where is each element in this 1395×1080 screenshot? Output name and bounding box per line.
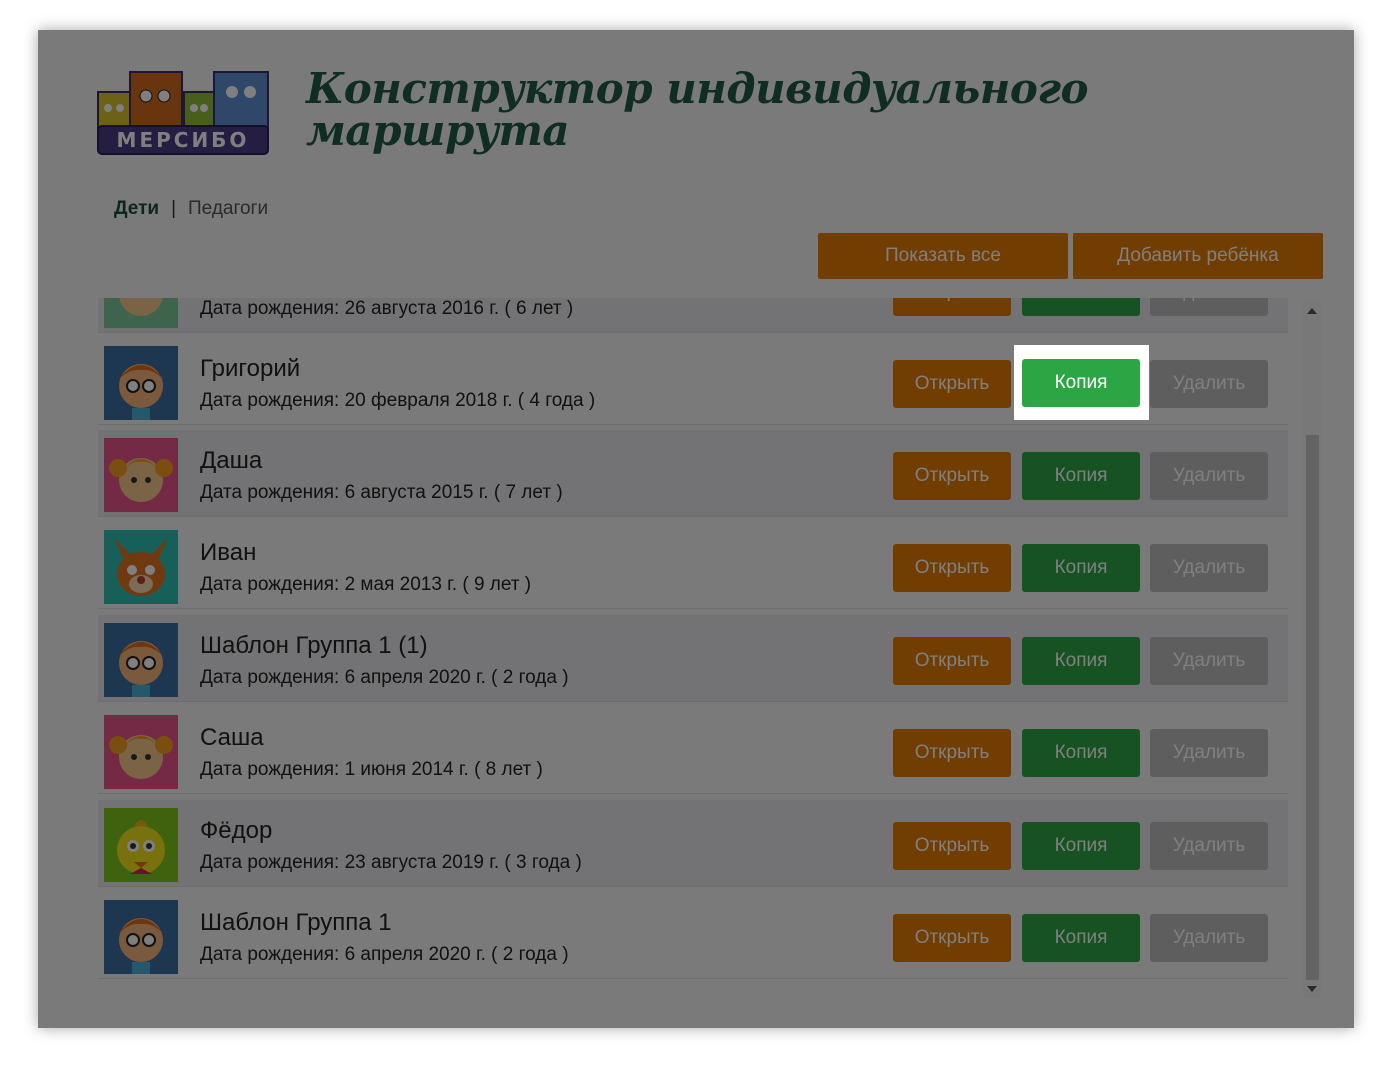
- delete-button[interactable]: Удалить: [1150, 822, 1268, 870]
- highlighted-copy-button[interactable]: Копия: [1022, 359, 1140, 407]
- nav-tabs: Дети | Педагоги: [114, 198, 268, 220]
- header: МЕРСИБО Конструктор индивидуального марш…: [38, 30, 1354, 200]
- child-row: Дата рождения: 26 августа 2016 г. ( 6 ле…: [98, 298, 1288, 333]
- copy-button[interactable]: Копия: [1022, 452, 1140, 500]
- open-button[interactable]: Открыть: [893, 360, 1011, 408]
- child-name: Григорий: [200, 355, 301, 382]
- child-dob: Дата рождения: 6 августа 2015 г. ( 7 лет…: [200, 482, 563, 503]
- scroll-up-icon[interactable]: [1307, 308, 1317, 314]
- child-row: Иван Дата рождения: 2 мая 2013 г. ( 9 ле…: [98, 522, 1288, 609]
- child-dob: Дата рождения: 20 февраля 2018 г. ( 4 го…: [200, 390, 596, 411]
- show-all-button[interactable]: Показать все: [818, 233, 1068, 279]
- nav-separator: |: [171, 198, 177, 219]
- delete-button[interactable]: Удалить: [1150, 729, 1268, 777]
- child-dob: Дата рождения: 6 апреля 2020 г. ( 2 года…: [200, 944, 569, 965]
- avatar-boy-glasses-icon: [104, 346, 178, 420]
- tab-teachers[interactable]: Педагоги: [188, 198, 268, 219]
- child-name: Шаблон Группа 1: [200, 909, 392, 936]
- copy-button[interactable]: Копия: [1022, 729, 1140, 777]
- open-button[interactable]: Открыть: [893, 637, 1011, 685]
- avatar-boy-glasses-icon: [104, 623, 178, 697]
- child-dob: Дата рождения: 26 августа 2016 г. ( 6 ле…: [200, 298, 574, 319]
- delete-button[interactable]: Удалить: [1150, 914, 1268, 962]
- tab-children[interactable]: Дети: [114, 198, 159, 219]
- open-button[interactable]: Открыть: [893, 822, 1011, 870]
- avatar-yellow-bird-icon: [104, 808, 178, 882]
- child-row: Шаблон Группа 1 Дата рождения: 6 апреля …: [98, 892, 1288, 979]
- copy-button[interactable]: Копия: [1022, 298, 1140, 316]
- svg-text:МЕРСИБО: МЕРСИБО: [117, 128, 250, 152]
- child-row: Даша Дата рождения: 6 августа 2015 г. ( …: [98, 430, 1288, 517]
- delete-button[interactable]: Удалить: [1150, 298, 1268, 316]
- page-title: Конструктор индивидуального маршрута: [306, 68, 1088, 152]
- delete-button[interactable]: Удалить: [1150, 360, 1268, 408]
- mersibo-logo: МЕРСИБО: [97, 71, 269, 155]
- child-name: Саша: [200, 724, 264, 751]
- copy-button[interactable]: Копия: [1022, 544, 1140, 592]
- avatar-girl-pigtails-icon: [104, 715, 178, 789]
- child-name: Шаблон Группа 1 (1): [200, 632, 428, 659]
- copy-button[interactable]: Копия: [1022, 914, 1140, 962]
- child-name: Даша: [200, 447, 263, 474]
- list-scrollbar[interactable]: [1303, 300, 1321, 998]
- avatar-fox-icon: [104, 530, 178, 604]
- child-dob: Дата рождения: 6 апреля 2020 г. ( 2 года…: [200, 667, 569, 688]
- avatar-girl-blonde-icon: [104, 298, 178, 328]
- delete-button[interactable]: Удалить: [1150, 452, 1268, 500]
- child-name: Фёдор: [200, 817, 273, 844]
- page-title-line2: маршрута: [306, 106, 570, 155]
- child-dob: Дата рождения: 23 августа 2019 г. ( 3 го…: [200, 852, 582, 873]
- avatar-boy-glasses-icon: [104, 900, 178, 974]
- delete-button[interactable]: Удалить: [1150, 637, 1268, 685]
- avatar-girl-pigtails-icon: [104, 438, 178, 512]
- child-dob: Дата рождения: 2 мая 2013 г. ( 9 лет ): [200, 574, 532, 595]
- scroll-down-icon[interactable]: [1307, 986, 1317, 992]
- copy-button[interactable]: Копия: [1022, 822, 1140, 870]
- child-row: Фёдор Дата рождения: 23 августа 2019 г. …: [98, 800, 1288, 887]
- child-name: Иван: [200, 539, 257, 566]
- open-button[interactable]: Открыть: [893, 729, 1011, 777]
- child-row: Саша Дата рождения: 1 июня 2014 г. ( 8 л…: [98, 707, 1288, 794]
- open-button[interactable]: Открыть: [893, 914, 1011, 962]
- delete-button[interactable]: Удалить: [1150, 544, 1268, 592]
- open-button[interactable]: Открыть: [893, 544, 1011, 592]
- open-button[interactable]: Открыть: [893, 452, 1011, 500]
- scroll-thumb[interactable]: [1306, 435, 1319, 980]
- app-window: МЕРСИБО Конструктор индивидуального марш…: [38, 30, 1354, 1028]
- child-row: Шаблон Группа 1 (1) Дата рождения: 6 апр…: [98, 615, 1288, 702]
- copy-button[interactable]: Копия: [1022, 637, 1140, 685]
- page-title-line1: Конструктор индивидуального: [306, 64, 1088, 113]
- add-child-button[interactable]: Добавить ребёнка: [1073, 233, 1323, 279]
- child-dob: Дата рождения: 1 июня 2014 г. ( 8 лет ): [200, 759, 543, 780]
- open-button[interactable]: Открыть: [893, 298, 1011, 316]
